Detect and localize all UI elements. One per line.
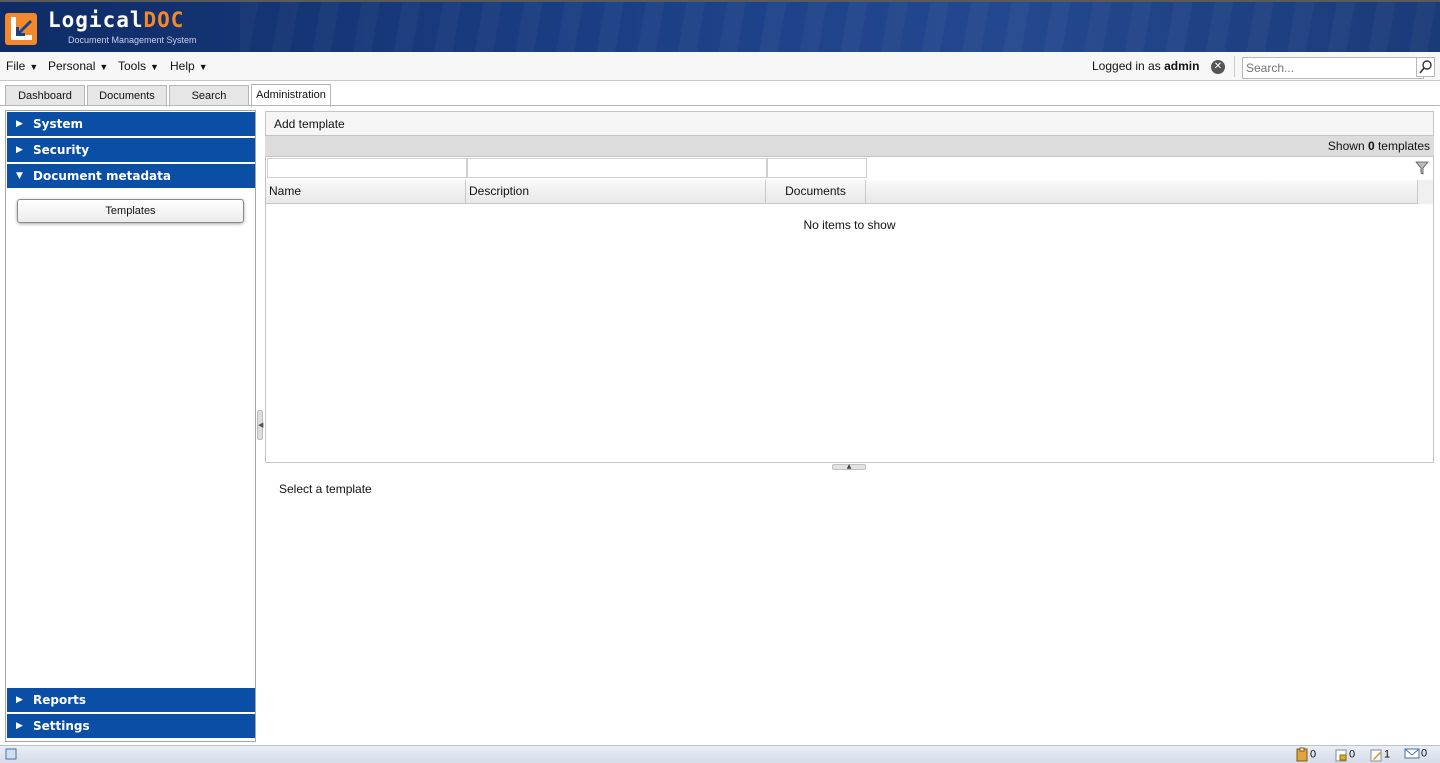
app-subtitle: Document Management System	[68, 35, 197, 45]
menu-bar: File ▼ Personal ▼ Tools ▼ Help ▼ Logged in a…	[0, 52, 1440, 81]
tab-search[interactable]: Search	[169, 85, 249, 106]
split-resize-handle[interactable]: ▲	[832, 464, 866, 470]
filter-icon[interactable]	[1415, 161, 1429, 175]
chevron-down-icon: ▼	[99, 62, 109, 72]
triangle-right-icon: ▶	[16, 695, 23, 705]
triangle-right-icon: ▶	[16, 119, 23, 129]
logicaldoc-logo-icon	[5, 13, 37, 45]
status-bar: 0 0 1 0	[0, 745, 1440, 763]
search-icon	[1419, 60, 1432, 74]
menu-separator	[1234, 56, 1235, 77]
menu-tools[interactable]: Tools ▼	[118, 59, 159, 73]
tab-administration[interactable]: Administration	[251, 84, 331, 107]
status-clipboard[interactable]: 0	[1295, 747, 1316, 762]
menu-file[interactable]: File ▼	[6, 59, 38, 73]
logged-in-label: Logged in as admin	[1092, 59, 1200, 73]
empty-grid-message: No items to show	[803, 218, 896, 232]
templates-toolbar: Add template	[265, 111, 1434, 136]
status-messages[interactable]: 0	[1404, 747, 1427, 760]
note-icon	[5, 748, 17, 760]
shown-count: 0	[1367, 139, 1375, 153]
shown-count-bar: Shown 0 templates	[265, 136, 1434, 156]
triangle-right-icon: ▶	[16, 721, 23, 731]
chevron-down-icon: ▼	[29, 62, 39, 72]
lock-document-icon	[1335, 749, 1347, 762]
menu-personal[interactable]: Personal ▼	[48, 59, 108, 73]
menu-help[interactable]: Help ▼	[170, 59, 208, 73]
chevron-down-icon: ▼	[198, 62, 208, 72]
templates-button[interactable]: Templates	[17, 199, 244, 223]
triangle-right-icon: ▶	[16, 145, 23, 155]
mail-icon	[1404, 748, 1420, 759]
search-button[interactable]	[1416, 57, 1435, 77]
search-input[interactable]	[1242, 57, 1424, 79]
filter-documents-input[interactable]	[767, 158, 867, 178]
status-checkout[interactable]: 1	[1369, 747, 1390, 762]
clipboard-icon	[1296, 747, 1308, 762]
filter-name-input[interactable]	[267, 158, 467, 178]
sidebar-section-settings[interactable]: ▶ Settings	[7, 714, 255, 739]
logged-user: admin	[1164, 59, 1200, 73]
templates-grid: Name Description Documents No items to s…	[265, 156, 1434, 463]
status-locked[interactable]: 0	[1334, 747, 1355, 762]
status-note-icon[interactable]	[4, 747, 19, 761]
sidebar-collapse-handle[interactable]: ◀	[257, 410, 263, 440]
logout-icon[interactable]: ✕	[1211, 60, 1225, 74]
sidebar-section-document-metadata[interactable]: ▼ Document metadata	[7, 164, 255, 189]
column-header-documents[interactable]: Documents	[766, 180, 866, 203]
grid-header-scroll-stub	[1417, 180, 1433, 204]
add-template-button[interactable]: Add template	[274, 117, 345, 131]
app-logo-text: LogicalDOC	[48, 8, 185, 32]
admin-sidebar: ▶ System ▶ Security ▼ Document metadata Tem…	[5, 110, 256, 742]
tab-dashboard[interactable]: Dashboard	[5, 85, 85, 106]
tab-underline	[0, 105, 1440, 106]
column-header-description[interactable]: Description	[466, 180, 766, 203]
sidebar-section-system[interactable]: ▶ System	[7, 112, 255, 137]
chevron-down-icon: ▼	[150, 62, 159, 72]
edit-document-icon	[1370, 749, 1382, 762]
main-tabs: Dashboard Documents Search Administratio…	[0, 82, 1440, 107]
tab-documents[interactable]: Documents	[87, 85, 167, 106]
filter-description-input[interactable]	[467, 158, 767, 178]
sidebar-section-security[interactable]: ▶ Security	[7, 138, 255, 163]
triangle-down-icon: ▼	[16, 171, 23, 181]
detail-placeholder-message: Select a template	[279, 482, 372, 496]
header-banner: LogicalDOC Document Management System	[0, 0, 1440, 52]
grid-header-row: Name Description Documents	[266, 180, 1417, 204]
sidebar-section-reports[interactable]: ▶ Reports	[7, 688, 255, 713]
shown-count-label: Shown 0 templates	[1327, 139, 1430, 153]
column-header-name[interactable]: Name	[266, 180, 466, 203]
